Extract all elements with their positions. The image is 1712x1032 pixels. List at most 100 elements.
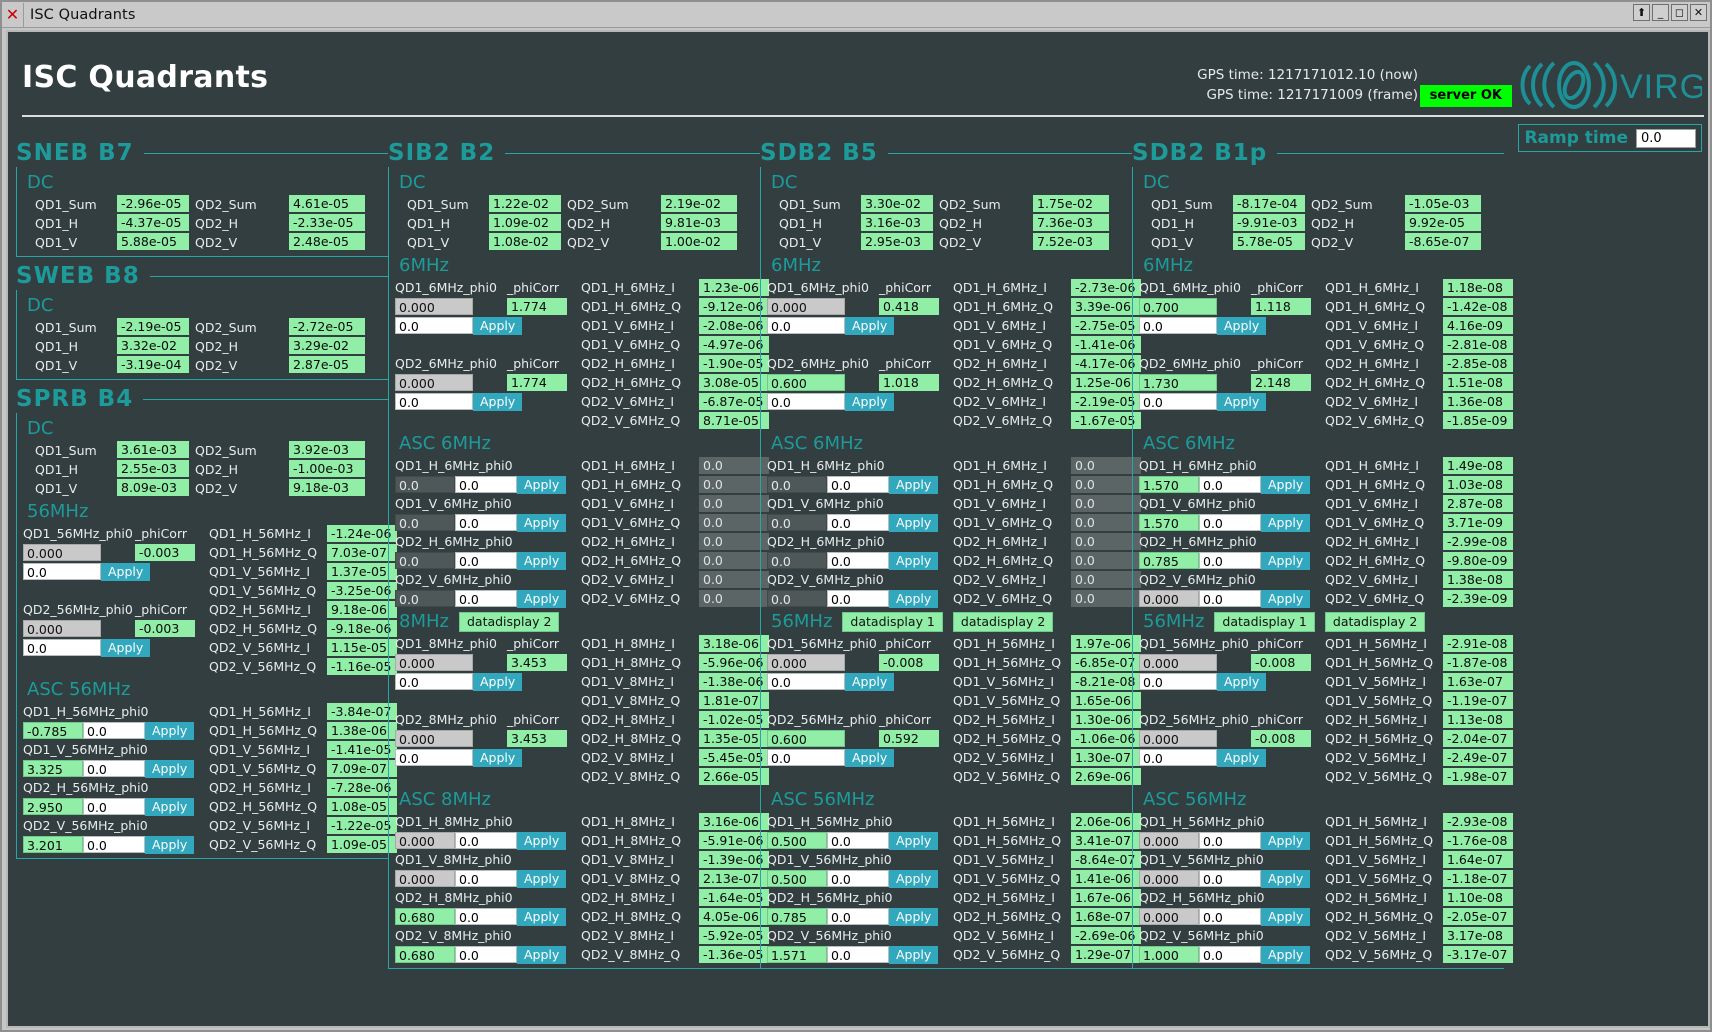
phi-input[interactable]: 0.0 (1139, 317, 1217, 334)
phi-input[interactable]: 0.0 (767, 317, 845, 334)
asc-input[interactable]: 0.0 (1199, 946, 1261, 963)
apply-button[interactable]: Apply (517, 589, 567, 608)
asc-input[interactable]: 0.0 (1199, 476, 1261, 493)
apply-button[interactable]: Apply (889, 475, 939, 494)
asc-input[interactable]: 0.0 (1199, 908, 1261, 925)
apply-button[interactable]: Apply (845, 672, 895, 691)
asc-input[interactable]: 0.0 (827, 476, 889, 493)
asc-input[interactable]: 0.0 (83, 722, 145, 739)
asc-input[interactable]: 0.0 (827, 832, 889, 849)
apply-button[interactable]: Apply (889, 831, 939, 850)
phi-readout-row: 0.000 3.453 (395, 653, 581, 672)
close-icon[interactable]: ✕ (1690, 4, 1707, 21)
phi-input[interactable]: 0.0 (767, 393, 845, 410)
phi-input[interactable]: 0.0 (23, 563, 101, 580)
apply-button[interactable]: Apply (889, 589, 939, 608)
apply-button[interactable]: Apply (101, 638, 151, 657)
apply-button[interactable]: Apply (1217, 672, 1267, 691)
asc-input[interactable]: 0.0 (455, 946, 517, 963)
apply-button[interactable]: Apply (517, 513, 567, 532)
apply-button[interactable]: Apply (145, 797, 195, 816)
phi-input[interactable]: 0.0 (1139, 749, 1217, 766)
asc-input[interactable]: 0.0 (827, 946, 889, 963)
apply-button[interactable]: Apply (1261, 551, 1311, 570)
apply-button[interactable]: Apply (845, 392, 895, 411)
apply-button[interactable]: Apply (889, 551, 939, 570)
asc-input[interactable]: 0.0 (455, 552, 517, 569)
datadisplay-button-1[interactable]: datadisplay 1 (1214, 611, 1315, 632)
apply-button[interactable]: Apply (889, 907, 939, 926)
apply-button[interactable]: Apply (145, 835, 195, 854)
apply-button[interactable]: Apply (1217, 748, 1267, 767)
signal-value: 1.25e-06 (1071, 374, 1141, 391)
signal-value: -1.22e-05 (327, 817, 397, 834)
asc-input[interactable]: 0.0 (827, 590, 889, 607)
apply-button[interactable]: Apply (845, 316, 895, 335)
apply-button[interactable]: Apply (889, 513, 939, 532)
phi-input[interactable]: 0.0 (767, 673, 845, 690)
asc-input[interactable]: 0.0 (83, 836, 145, 853)
maximize-icon[interactable]: ◻ (1671, 4, 1688, 21)
asc-input[interactable]: 0.0 (455, 870, 517, 887)
asc-input[interactable]: 0.0 (83, 760, 145, 777)
datadisplay-button-2[interactable]: datadisplay 2 (1324, 611, 1426, 632)
phi-input[interactable]: 0.0 (1139, 673, 1217, 690)
asc-input[interactable]: 0.0 (827, 514, 889, 531)
shade-icon[interactable]: ⬆ (1633, 4, 1650, 21)
asc-input[interactable]: 0.0 (1199, 590, 1261, 607)
asc-input[interactable]: 0.0 (827, 870, 889, 887)
datadisplay-button-2[interactable]: datadisplay 2 (952, 611, 1054, 632)
apply-button[interactable]: Apply (889, 869, 939, 888)
apply-button[interactable]: Apply (1261, 945, 1311, 964)
asc-input[interactable]: 0.0 (455, 514, 517, 531)
asc-readout: 0.0 (767, 476, 827, 493)
asc-input[interactable]: 0.0 (1199, 870, 1261, 887)
asc-input[interactable]: 0.0 (827, 552, 889, 569)
asc-input[interactable]: 0.0 (827, 908, 889, 925)
apply-button[interactable]: Apply (889, 945, 939, 964)
apply-button[interactable]: Apply (1217, 392, 1267, 411)
datadisplay-button-1[interactable]: datadisplay 2 (458, 611, 560, 632)
apply-button[interactable]: Apply (1261, 869, 1311, 888)
phi-input[interactable]: 0.0 (1139, 393, 1217, 410)
minimize-icon[interactable]: _ (1652, 4, 1669, 21)
phi-input[interactable]: 0.0 (395, 673, 473, 690)
asc-control-name: QD1_V_56MHz_phi0 (1139, 852, 1264, 867)
phi-input[interactable]: 0.0 (395, 393, 473, 410)
apply-button[interactable]: Apply (517, 869, 567, 888)
apply-button[interactable]: Apply (517, 831, 567, 850)
asc-input[interactable]: 0.0 (83, 798, 145, 815)
phi-input[interactable]: 0.0 (767, 749, 845, 766)
apply-button[interactable]: Apply (473, 672, 523, 691)
apply-button[interactable]: Apply (1261, 589, 1311, 608)
apply-button[interactable]: Apply (473, 392, 523, 411)
close-x-icon[interactable]: ✕ (2, 2, 24, 27)
apply-button[interactable]: Apply (145, 721, 195, 740)
asc-input[interactable]: 0.0 (455, 832, 517, 849)
apply-button[interactable]: Apply (517, 475, 567, 494)
apply-button[interactable]: Apply (1261, 513, 1311, 532)
asc-input[interactable]: 0.0 (1199, 832, 1261, 849)
apply-button[interactable]: Apply (517, 907, 567, 926)
apply-button[interactable]: Apply (1261, 475, 1311, 494)
apply-button[interactable]: Apply (1217, 316, 1267, 335)
asc-input[interactable]: 0.0 (455, 590, 517, 607)
apply-button[interactable]: Apply (1261, 831, 1311, 850)
datadisplay-button-1[interactable]: datadisplay 1 (842, 611, 943, 632)
phi-input[interactable]: 0.0 (395, 317, 473, 334)
apply-button[interactable]: Apply (473, 316, 523, 335)
signal-row: QD1_V_56MHz_Q 7.09e-07 (209, 759, 397, 778)
phi-input[interactable]: 0.0 (395, 749, 473, 766)
asc-input[interactable]: 0.0 (1199, 552, 1261, 569)
apply-button[interactable]: Apply (517, 551, 567, 570)
asc-input[interactable]: 0.0 (455, 908, 517, 925)
apply-button[interactable]: Apply (145, 759, 195, 778)
apply-button[interactable]: Apply (1261, 907, 1311, 926)
apply-button[interactable]: Apply (101, 562, 151, 581)
asc-input[interactable]: 0.0 (1199, 514, 1261, 531)
apply-button[interactable]: Apply (473, 748, 523, 767)
apply-button[interactable]: Apply (517, 945, 567, 964)
phi-input[interactable]: 0.0 (23, 639, 101, 656)
apply-button[interactable]: Apply (845, 748, 895, 767)
asc-input[interactable]: 0.0 (455, 476, 517, 493)
